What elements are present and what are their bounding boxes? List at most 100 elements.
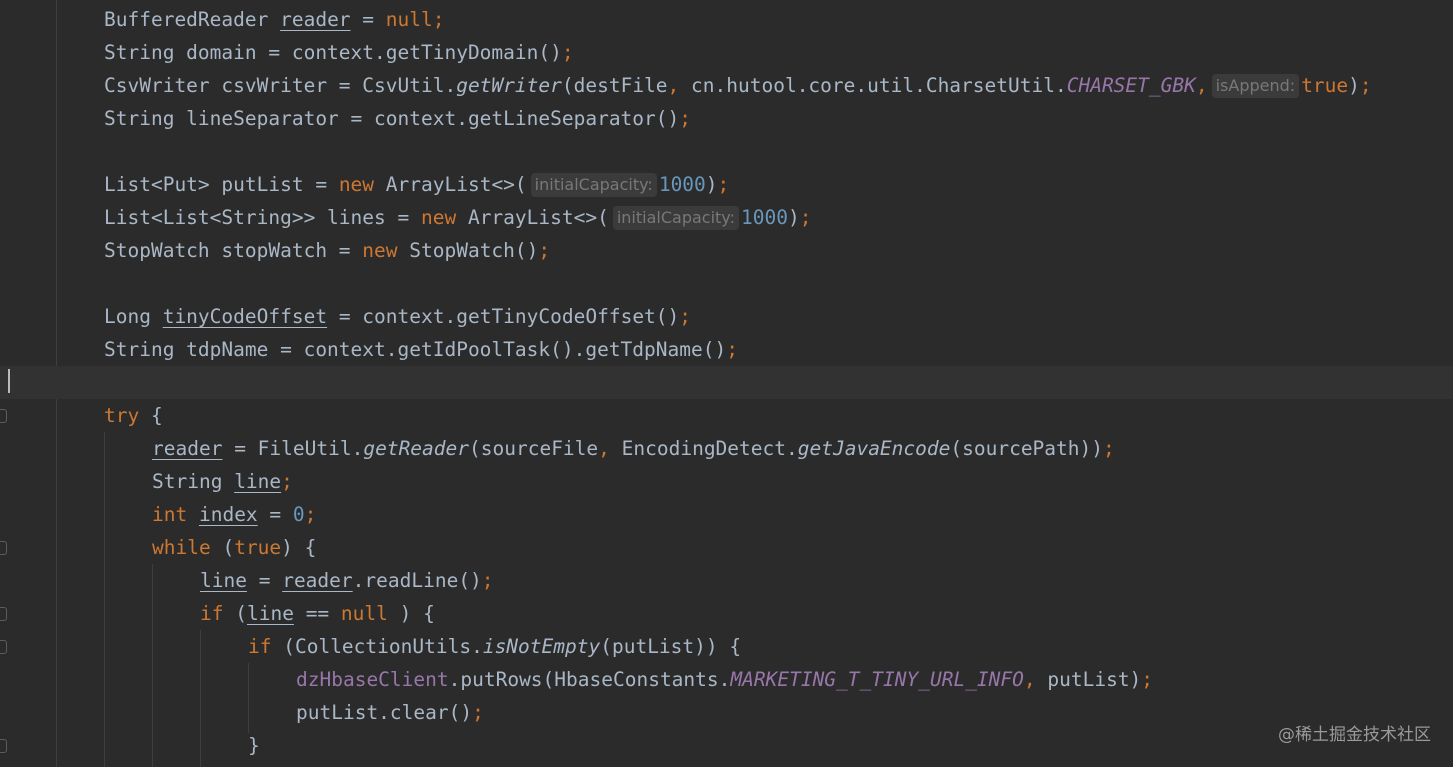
code-token: 1000 (658, 173, 706, 196)
code-token: Long (104, 305, 163, 328)
code-token: ; (304, 503, 317, 526)
code-token: (sourcePath)) (950, 437, 1103, 460)
code-token: new (362, 239, 410, 262)
code-token: true (1301, 74, 1349, 97)
code-line[interactable]: BufferedReader reader = null; (0, 3, 1453, 36)
code-token: = (246, 569, 283, 592)
code-token: ; (1103, 437, 1115, 460)
code-line-text: reader = FileUtil.getReader(sourceFile, … (152, 432, 1115, 465)
code-token: new (420, 206, 468, 229)
code-line[interactable]: try { (0, 399, 1453, 432)
code-token: ; (679, 305, 692, 328)
code-token: ) (1348, 74, 1360, 97)
code-token: String (152, 470, 235, 493)
code-token: new (338, 173, 386, 196)
code-line[interactable] (0, 135, 1453, 168)
code-line-text: line = reader.readLine(); (200, 564, 494, 597)
code-token: , (1195, 74, 1208, 97)
code-token: 0 (292, 503, 305, 526)
code-line-text: BufferedReader reader = null; (104, 3, 445, 36)
code-token: StopWatch() (409, 239, 539, 262)
code-token: index (198, 503, 258, 526)
code-token: getJavaEncode (797, 437, 951, 460)
code-token: ; (1359, 74, 1372, 97)
code-token: ; (281, 470, 293, 493)
code-line-text: List<Put> putList = new ArrayList<>(init… (104, 168, 729, 201)
code-line[interactable] (0, 366, 1453, 399)
code-token: ; (726, 338, 738, 361)
code-token: ) (787, 206, 800, 229)
watermark: @稀土掘金技术社区 (1278, 725, 1431, 745)
code-token: (destFile (561, 74, 668, 97)
code-token: while (152, 536, 223, 559)
code-line[interactable]: while (true) { (0, 531, 1453, 564)
code-token: ; (472, 701, 484, 724)
code-line[interactable]: StopWatch stopWatch = new StopWatch(); (0, 234, 1453, 267)
code-token: ArrayList<>( (385, 173, 527, 196)
code-line[interactable]: int index = 0; (0, 498, 1453, 531)
code-line[interactable]: if (line == null ) { (0, 597, 1453, 630)
code-token: reader (282, 569, 353, 592)
code-token: ; (481, 569, 494, 592)
code-token: try (104, 404, 151, 427)
code-line[interactable] (0, 267, 1453, 300)
code-line-text: String domain = context.getTinyDomain(); (104, 36, 574, 69)
code-token: CsvWriter csvWriter = CsvUtil. (104, 74, 457, 97)
code-token: line (246, 602, 294, 625)
code-editor[interactable]: BufferedReader reader = null; String doma… (0, 0, 1453, 767)
code-line[interactable]: CsvWriter csvWriter = CsvUtil.getWriter(… (0, 69, 1453, 102)
code-token: (CollectionUtils. (283, 635, 483, 658)
code-token: CHARSET_GBK (1066, 74, 1196, 97)
code-token: BufferedReader (104, 8, 281, 31)
code-token: tinyCodeOffset (162, 305, 328, 328)
code-line[interactable]: List<List<String>> lines = new ArrayList… (0, 201, 1453, 234)
code-token: ; (799, 206, 812, 229)
code-token: = (257, 503, 293, 526)
code-token: MARKETING_T_TINY_URL_INFO (730, 668, 1024, 691)
code-line-text: CsvWriter csvWriter = CsvUtil.getWriter(… (104, 69, 1372, 102)
code-token: putList.clear() (296, 701, 473, 724)
code-token: cn.hutool.core.util.CharsetUtil. (691, 74, 1067, 97)
code-token: ) { (399, 602, 435, 625)
code-line-text: String line; (152, 465, 293, 498)
code-token: reader (152, 437, 223, 460)
code-line[interactable]: Long tinyCodeOffset = context.getTinyCod… (0, 300, 1453, 333)
code-line[interactable]: if (CollectionUtils.isNotEmpty(putList))… (0, 630, 1453, 663)
text-caret (8, 369, 10, 393)
code-token: , (1023, 668, 1048, 691)
code-line[interactable]: } (0, 729, 1453, 762)
code-token: } (248, 734, 260, 757)
code-line[interactable]: List<Put> putList = new ArrayList<>(init… (0, 168, 1453, 201)
code-token: ( (235, 602, 247, 625)
code-line[interactable]: String lineSeparator = context.getLineSe… (0, 102, 1453, 135)
code-line[interactable]: line = reader.readLine(); (0, 564, 1453, 597)
code-line-text: dzHbaseClient.putRows(HbaseConstants.MAR… (296, 663, 1153, 696)
code-token: = (350, 8, 386, 31)
code-line-text: Long tinyCodeOffset = context.getTinyCod… (104, 300, 691, 333)
code-token: (putList)) { (600, 635, 742, 658)
code-token: , (667, 74, 692, 97)
code-token: ( (222, 536, 235, 559)
code-line[interactable]: String line; (0, 465, 1453, 498)
code-token: 1000 (741, 206, 788, 229)
code-token: .putRows(HbaseConstants. (448, 668, 731, 691)
code-line[interactable]: putList.clear(); (0, 696, 1453, 729)
code-token: ; (717, 173, 730, 196)
code-line[interactable]: String tdpName = context.getIdPoolTask()… (0, 333, 1453, 366)
code-line[interactable]: String domain = context.getTinyDomain(); (0, 36, 1453, 69)
code-token: line (234, 470, 282, 493)
code-token: { (150, 404, 163, 427)
code-token: String domain = context.getTinyDomain() (104, 41, 562, 64)
code-line-text: try { (104, 399, 163, 432)
parameter-hint: initialCapacity: (612, 206, 739, 230)
code-line[interactable]: dzHbaseClient.putRows(HbaseConstants.MAR… (0, 663, 1453, 696)
code-token: int (152, 503, 199, 526)
code-token: null (340, 602, 400, 625)
code-line-text: String lineSeparator = context.getLineSe… (104, 102, 691, 135)
code-line[interactable]: reader = FileUtil.getReader(sourceFile, … (0, 432, 1453, 465)
code-line-text: List<List<String>> lines = new ArrayList… (104, 201, 811, 234)
code-token: .readLine() (352, 569, 482, 592)
code-token: , (598, 437, 622, 460)
code-token: = FileUtil. (222, 437, 364, 460)
code-token: EncodingDetect. (621, 437, 798, 460)
